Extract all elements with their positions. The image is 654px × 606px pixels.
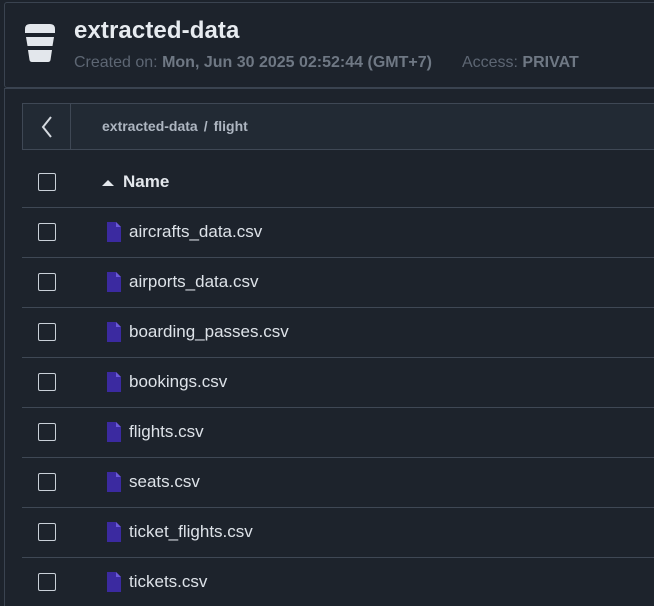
file-name[interactable]: flights.csv — [129, 422, 204, 442]
created-label: Created on: — [74, 54, 158, 71]
file-name[interactable]: bookings.csv — [129, 372, 227, 392]
row-checkbox[interactable] — [38, 423, 56, 441]
file-browser-panel: extracted-data / flight Name aircrafts_dat… — [4, 88, 654, 606]
back-button[interactable] — [23, 104, 71, 149]
table-row[interactable]: boarding_passes.csv — [22, 308, 654, 358]
breadcrumb-item-folder[interactable]: flight — [214, 118, 248, 134]
breadcrumb-separator: / — [203, 118, 208, 134]
row-checkbox[interactable] — [38, 473, 56, 491]
file-name[interactable]: ticket_flights.csv — [129, 522, 253, 542]
table-row[interactable]: aircrafts_data.csv — [22, 208, 654, 258]
row-checkbox[interactable] — [38, 223, 56, 241]
table-row[interactable]: ticket_flights.csv — [22, 508, 654, 558]
file-icon — [107, 472, 121, 492]
table-row[interactable]: flights.csv — [22, 408, 654, 458]
file-icon — [107, 522, 121, 542]
access-label: Access: — [461, 54, 518, 71]
breadcrumb: extracted-data / flight — [102, 118, 248, 134]
table-row[interactable]: tickets.csv — [22, 558, 654, 606]
table-row[interactable]: seats.csv — [22, 458, 654, 508]
file-icon — [107, 572, 121, 592]
file-name[interactable]: aircrafts_data.csv — [129, 222, 262, 242]
access-value: PRIVAT — [522, 54, 579, 71]
sort-up-icon — [102, 179, 114, 186]
created-value: Mon, Jun 30 2025 02:52:44 (GMT+7) — [162, 54, 432, 71]
object-browser-page: extracted-data Created on: Mon, Jun 30 2… — [0, 0, 654, 606]
file-table: Name aircrafts_data.csv airports_data.csv… — [22, 157, 654, 606]
row-checkbox[interactable] — [38, 323, 56, 341]
file-icon — [107, 422, 121, 442]
row-checkbox[interactable] — [38, 373, 56, 391]
row-checkbox[interactable] — [38, 273, 56, 291]
bucket-meta: Created on: Mon, Jun 30 2025 02:52:44 (G… — [74, 54, 579, 72]
file-icon — [107, 372, 121, 392]
file-name[interactable]: tickets.csv — [129, 572, 207, 592]
file-list: aircrafts_data.csv airports_data.csvboard… — [22, 208, 654, 606]
file-name[interactable]: boarding_passes.csv — [129, 322, 289, 342]
table-header-row: Name — [22, 157, 654, 208]
row-checkbox[interactable] — [38, 573, 56, 591]
chevron-left-icon — [41, 115, 52, 138]
file-icon — [107, 272, 121, 292]
path-bar: extracted-data / flight — [22, 103, 654, 150]
name-column-header[interactable]: Name — [102, 172, 169, 192]
name-column-label: Name — [123, 172, 170, 191]
bucket-icon — [25, 24, 55, 62]
table-row[interactable]: bookings.csv — [22, 358, 654, 408]
bucket-title: extracted-data — [74, 17, 240, 44]
select-all-checkbox[interactable] — [38, 173, 56, 191]
file-icon — [107, 222, 121, 242]
breadcrumb-item-bucket[interactable]: extracted-data — [102, 118, 198, 134]
bucket-header: extracted-data Created on: Mon, Jun 30 2… — [4, 2, 654, 88]
row-checkbox[interactable] — [38, 523, 56, 541]
table-row[interactable]: airports_data.csv — [22, 258, 654, 308]
file-name[interactable]: seats.csv — [129, 472, 200, 492]
file-icon — [107, 322, 121, 342]
file-name[interactable]: airports_data.csv — [129, 272, 258, 292]
